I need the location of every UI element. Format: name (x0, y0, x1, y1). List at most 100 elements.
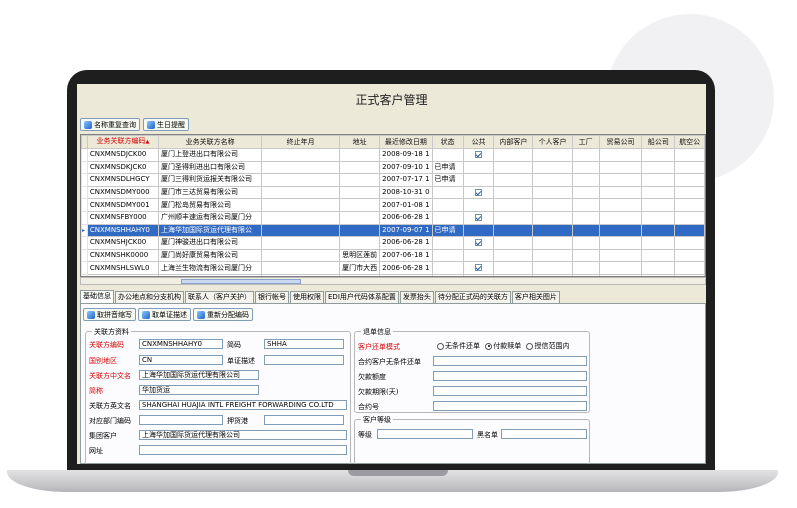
scrollbar-thumb[interactable] (181, 279, 301, 284)
cell-status[interactable]: 已申请 (431, 160, 464, 175)
cell-flag[interactable] (598, 210, 643, 225)
cell-end[interactable] (261, 210, 341, 225)
country-field[interactable]: CN (139, 355, 223, 365)
table-row[interactable]: CNXMNSHK0000 厦门尚好康贸易有限公司 思明区莲前 2007-06-18 1 (81, 248, 705, 263)
cell-flag[interactable] (532, 210, 573, 225)
cell-end[interactable] (261, 261, 341, 275)
cell-status[interactable]: 已申请 (431, 173, 464, 187)
tab-item[interactable]: 银行帐号 (255, 291, 289, 303)
cell-flag[interactable] (571, 210, 600, 225)
cell-code[interactable]: CNXMNSHLSWL0 (86, 261, 160, 275)
cell-flag[interactable] (674, 160, 705, 175)
cn-name-field[interactable]: 上海华加国际货运代理有限公司 (139, 370, 259, 380)
cell-flag[interactable] (493, 223, 534, 238)
cell-flag[interactable] (641, 160, 676, 175)
cell-status[interactable] (431, 185, 464, 200)
cell-public[interactable] (462, 160, 495, 175)
cell-flag[interactable] (493, 148, 534, 162)
cell-end[interactable] (261, 173, 341, 187)
cell-flag[interactable] (598, 173, 643, 187)
docdesc-field[interactable] (264, 355, 344, 365)
get-document-desc-button[interactable]: 取单证描述 (138, 308, 191, 321)
cell-status[interactable] (431, 198, 464, 212)
cell-date[interactable]: 2006-06-28 1 (379, 210, 433, 225)
public-checkbox[interactable] (475, 188, 483, 196)
cell-code[interactable]: CNXMNSDJCK00 (86, 148, 160, 162)
cell-flag[interactable] (532, 185, 573, 200)
cell-date[interactable]: 2007-09-07 1 (379, 223, 433, 238)
table-row[interactable]: ▸ CNXMNSHHAHY0 上海华加国际货运代理有限公 2007-09-07 1 已申… (81, 223, 705, 238)
tab-item[interactable]: 联系人（客户关护） (185, 291, 254, 303)
cell-code[interactable]: CNXMNSDLHGCY (86, 173, 160, 187)
arrears-period-field[interactable] (433, 386, 587, 396)
cell-name[interactable]: 上海兰生物流有限公司厦门分 (158, 261, 263, 275)
public-checkbox[interactable] (475, 150, 483, 158)
cell-flag[interactable] (674, 185, 705, 200)
cell-end[interactable] (261, 236, 341, 250)
tab-item[interactable]: 待分配正式码的关联方 (434, 291, 511, 303)
public-checkbox[interactable] (475, 238, 483, 246)
cell-name[interactable]: 厦门上登进出口有限公司 (158, 148, 263, 162)
cell-flag[interactable] (598, 248, 643, 263)
cell-flag[interactable] (493, 160, 534, 175)
column-header[interactable]: 公共 (462, 135, 495, 149)
tab-item[interactable]: 使用权限 (290, 291, 324, 303)
cell-public[interactable] (462, 223, 495, 238)
cell-addr[interactable] (339, 173, 381, 187)
table-row[interactable]: CNXMNSDJCK00 厦门上登进出口有限公司 2008-09-18 1 (81, 148, 705, 162)
cell-end[interactable] (261, 198, 341, 212)
grade-level-field[interactable] (377, 429, 473, 439)
cell-public[interactable] (462, 173, 495, 187)
cell-code[interactable]: CNXMNSDMY000 (86, 185, 160, 200)
short-name-field[interactable]: 华加货运 (139, 385, 259, 395)
cell-end[interactable] (261, 185, 341, 200)
table-row[interactable]: CNXMNSHJCK00 厦门神骏进出口有限公司 2006-06-28 1 (81, 236, 705, 250)
cell-flag[interactable] (598, 223, 643, 238)
cell-addr[interactable]: 思明区莲前 (339, 248, 381, 263)
cell-flag[interactable] (598, 185, 643, 200)
column-header[interactable]: 工厂 (571, 135, 600, 149)
cell-flag[interactable] (674, 148, 705, 162)
cell-code[interactable]: CNXMNSDMY001 (86, 198, 160, 212)
name-duplicate-query-button[interactable]: 名称重复查询 (80, 118, 140, 131)
dept-code-field[interactable] (139, 415, 223, 425)
cell-date[interactable]: 2006-06-28 1 (379, 261, 433, 275)
code-field[interactable]: CNXMNSHHAHY0 (139, 339, 223, 349)
cell-flag[interactable] (598, 236, 643, 250)
column-header[interactable]: 地址 (339, 135, 381, 149)
contract-no-field[interactable] (433, 401, 587, 411)
cell-code[interactable]: CNXMNSFBY000 (86, 210, 160, 225)
cell-flag[interactable] (641, 148, 676, 162)
birthday-reminder-button[interactable]: 生日提醒 (143, 118, 189, 131)
cell-name[interactable]: 厦门圣得利进出口有限公司 (158, 160, 263, 175)
cell-public[interactable] (462, 198, 495, 212)
cell-flag[interactable] (674, 261, 705, 275)
cell-end[interactable] (261, 160, 341, 175)
cell-flag[interactable] (532, 173, 573, 187)
cell-status[interactable] (431, 236, 464, 250)
cell-end[interactable] (261, 148, 341, 162)
cell-flag[interactable] (641, 185, 676, 200)
public-checkbox[interactable] (475, 213, 483, 221)
cell-flag[interactable] (493, 261, 534, 275)
cell-flag[interactable] (598, 148, 643, 162)
cell-status[interactable] (431, 248, 464, 263)
tab-item[interactable]: 办公地点和分支机构 (115, 291, 184, 303)
cell-status[interactable]: 已申请 (431, 223, 464, 238)
cell-name[interactable]: 厦门市三达贸易有限公司 (158, 185, 263, 200)
cell-code[interactable]: CNXMNSHK0000 (86, 248, 160, 263)
group-customer-field[interactable]: 上海华加国际货运代理有限公司 (139, 430, 347, 440)
radio-credit-scope[interactable] (526, 342, 534, 350)
cell-date[interactable]: 2007-06-18 1 (379, 248, 433, 263)
public-checkbox[interactable] (475, 264, 483, 272)
cell-name[interactable]: 上海华加国际货运代理有限公 (158, 223, 263, 238)
column-header[interactable]: 贸易公司 (598, 135, 643, 149)
cell-flag[interactable] (641, 223, 676, 238)
column-header[interactable]: 状态 (431, 135, 464, 149)
cell-flag[interactable] (598, 198, 643, 212)
table-row[interactable]: CNXMNSDLHGCY 厦门三得利货运报关有限公司 2007-07-17 1 已申请 (81, 173, 705, 187)
website-field[interactable] (139, 445, 347, 455)
cell-addr[interactable] (339, 148, 381, 162)
cell-public[interactable] (462, 248, 495, 263)
cell-flag[interactable] (571, 160, 600, 175)
